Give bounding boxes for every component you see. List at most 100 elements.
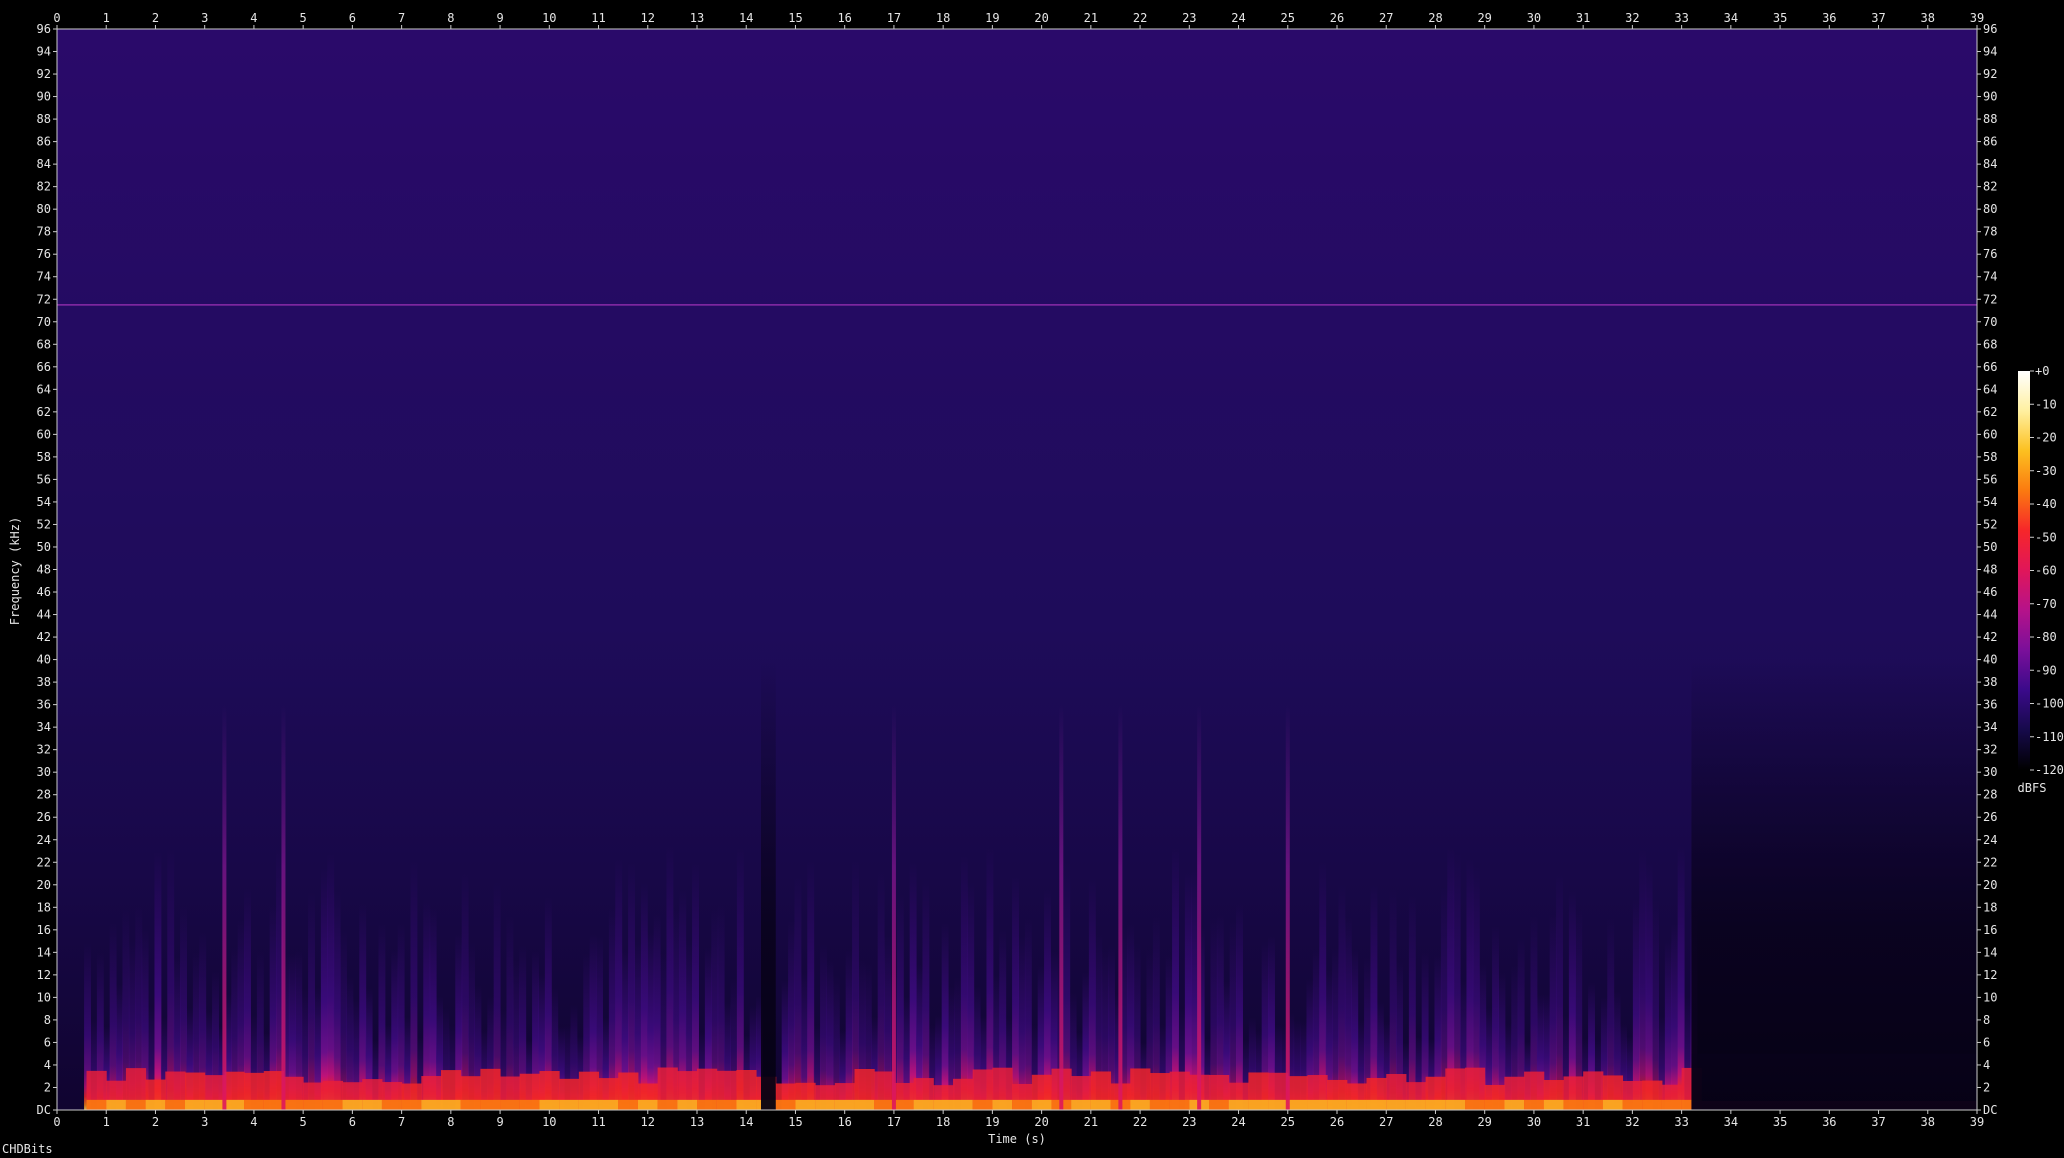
energy-column — [1639, 850, 1647, 1110]
energy-column — [333, 890, 341, 1110]
y-tick-label-left: 68 — [37, 337, 51, 351]
transient-spike — [222, 704, 227, 1110]
x-tick-label-top: 25 — [1281, 11, 1295, 25]
dc-band — [775, 1099, 796, 1110]
energy-column — [167, 848, 175, 1110]
energy-column — [1012, 874, 1019, 1110]
x-tick-label-bottom: 18 — [936, 1115, 950, 1129]
x-tick-label-bottom: 32 — [1625, 1115, 1639, 1129]
energy-column — [640, 882, 648, 1110]
colorbar-tick-label: -10 — [2035, 397, 2057, 411]
x-tick-label-bottom: 17 — [887, 1115, 901, 1129]
x-tick-label-top: 16 — [837, 11, 851, 25]
y-tick-label-left: 38 — [37, 675, 51, 689]
x-tick-label-bottom: 21 — [1084, 1115, 1098, 1129]
y-tick-label-right: 78 — [1983, 225, 1997, 239]
y-tick-label-right: 48 — [1983, 563, 1997, 577]
colorbar-tick-label: +0 — [2035, 364, 2049, 378]
dc-band — [1602, 1099, 1624, 1110]
x-tick-label-top: 11 — [591, 11, 605, 25]
dc-band — [303, 1099, 324, 1110]
y-tick-label-left: 16 — [37, 923, 51, 937]
x-tick-label-top: 22 — [1133, 11, 1147, 25]
dc-band — [953, 1099, 974, 1110]
colorbar-tick-label: -60 — [2035, 564, 2057, 578]
energy-column — [1671, 924, 1679, 1110]
dc-band — [204, 1099, 225, 1110]
x-tick-label-top: 8 — [447, 11, 454, 25]
y-tick-label-left: 56 — [37, 472, 51, 486]
x-tick-label-bottom: 26 — [1330, 1115, 1344, 1129]
energy-column — [1172, 847, 1179, 1110]
dc-band — [460, 1099, 481, 1110]
y-tick-label-right: 84 — [1983, 157, 1997, 171]
dc-band — [519, 1099, 540, 1110]
dc-band — [854, 1099, 875, 1110]
x-tick-label-bottom: 38 — [1921, 1115, 1935, 1129]
y-tick-label-left: 82 — [37, 180, 51, 194]
x-tick-label-bottom: 3 — [201, 1115, 208, 1129]
dc-band — [1209, 1099, 1230, 1110]
dc-band — [913, 1099, 934, 1110]
dc-band — [972, 1099, 993, 1110]
x-tick-label-bottom: 37 — [1871, 1115, 1885, 1129]
dc-band — [224, 1099, 245, 1110]
energy-column — [320, 868, 328, 1110]
x-tick-label-top: 2 — [152, 11, 159, 25]
dc-band — [1090, 1099, 1112, 1110]
y-tick-label-left: 76 — [37, 247, 51, 261]
y-tick-label-right: 68 — [1983, 337, 1997, 351]
energy-column — [1236, 904, 1243, 1110]
y-tick-label-left: 4 — [44, 1058, 51, 1072]
dc-band — [795, 1099, 816, 1110]
y-tick-label-right: 50 — [1983, 540, 1997, 554]
y-tick-label-left: 12 — [37, 968, 51, 982]
energy-column — [1652, 899, 1659, 1110]
energy-column — [1370, 884, 1378, 1110]
y-tick-label-left: 84 — [37, 157, 51, 171]
y-tick-label-left: 2 — [44, 1080, 51, 1094]
transient-spike — [1118, 704, 1123, 1110]
y-tick-label-left: 50 — [37, 540, 51, 554]
transient-spike — [1059, 704, 1064, 1110]
x-tick-label-top: 20 — [1034, 11, 1048, 25]
x-tick-label-top: 21 — [1084, 11, 1098, 25]
energy-column — [1645, 863, 1653, 1110]
y-tick-label-left: 86 — [37, 135, 51, 149]
y-tick-label-left: 58 — [37, 450, 51, 464]
x-axis-title: Time (s) — [988, 1132, 1046, 1146]
x-axis-bottom: 0 1 2 3 4 5 6 7 8 9 10 11 12 13 14 15 16 17 18 19 20 21 22 23 24… — [53, 1110, 1984, 1129]
y-tick-label-right: 22 — [1983, 855, 1997, 869]
dc-band — [106, 1099, 127, 1110]
energy-column — [1664, 940, 1672, 1110]
y-tick-label-right: 72 — [1983, 292, 1997, 306]
y-tick-label-left: 72 — [37, 292, 51, 306]
y-tick-label-right: 80 — [1983, 202, 1997, 216]
x-tick-label-top: 17 — [887, 11, 901, 25]
dc-band — [1346, 1099, 1368, 1110]
y-tick-label-left: 32 — [37, 743, 51, 757]
colorbar-tick-label: -40 — [2035, 497, 2057, 511]
energy-column — [1556, 871, 1563, 1110]
x-tick-label-top: 5 — [300, 11, 307, 25]
energy-column — [397, 923, 405, 1110]
colorbar: +0 -10 -20 -30 -40 -50 -60 -70 -80 -90 -100 -110 -12… — [2018, 364, 2064, 777]
dc-band — [637, 1099, 659, 1110]
x-tick-label-top: 37 — [1871, 11, 1885, 25]
y-tick-label-right: 14 — [1983, 945, 1997, 959]
x-tick-label-bottom: 28 — [1428, 1115, 1442, 1129]
y-tick-label-right: 96 — [1983, 22, 1997, 36]
dc-band — [244, 1099, 265, 1110]
x-tick-label-top: 38 — [1921, 11, 1935, 25]
energy-column — [154, 852, 162, 1110]
x-tick-label-top: 1 — [103, 11, 110, 25]
y-tick-label-left: 8 — [44, 1013, 51, 1027]
y-tick-label-left: 74 — [37, 270, 51, 284]
energy-column — [922, 879, 930, 1110]
dc-band — [1012, 1099, 1033, 1110]
dc-band — [480, 1099, 501, 1110]
y-tick-label-right: 20 — [1983, 878, 1997, 892]
colorbar-tick-label: -100 — [2035, 697, 2064, 711]
y-tick-label-right: 66 — [1983, 360, 1997, 374]
x-tick-label-bottom: 39 — [1970, 1115, 1984, 1129]
